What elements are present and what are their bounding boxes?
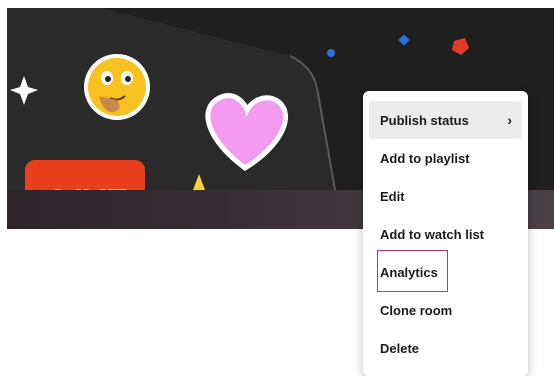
menu-item-delete[interactable]: Delete: [369, 329, 522, 367]
menu-item-add-to-watch-list[interactable]: Add to watch list: [369, 215, 522, 253]
confetti-diamond: [398, 34, 410, 46]
menu-item-label: Add to watch list: [380, 226, 484, 242]
menu-item-label: Edit: [380, 188, 405, 204]
menu-item-publish-status[interactable]: Publish status ›: [369, 101, 522, 139]
menu-item-label: Publish status: [380, 112, 469, 128]
context-menu: Publish status › Add to playlist Edit Ad…: [363, 91, 528, 376]
menu-item-analytics[interactable]: Analytics: [369, 250, 522, 292]
menu-item-label: Delete: [380, 340, 420, 356]
menu-item-edit[interactable]: Edit: [369, 177, 522, 215]
confetti-dot: [327, 49, 335, 57]
menu-item-label: Analytics: [380, 264, 438, 280]
menu-item-label: Add to playlist: [380, 150, 470, 166]
chevron-right-icon: ›: [507, 112, 512, 128]
confetti-pentagon: [452, 38, 469, 55]
menu-item-label: Clone room: [380, 302, 453, 318]
thinking-emoji-sticker: [84, 54, 150, 120]
menu-item-clone-room[interactable]: Clone room: [369, 291, 522, 329]
menu-item-add-to-playlist[interactable]: Add to playlist: [369, 139, 522, 177]
